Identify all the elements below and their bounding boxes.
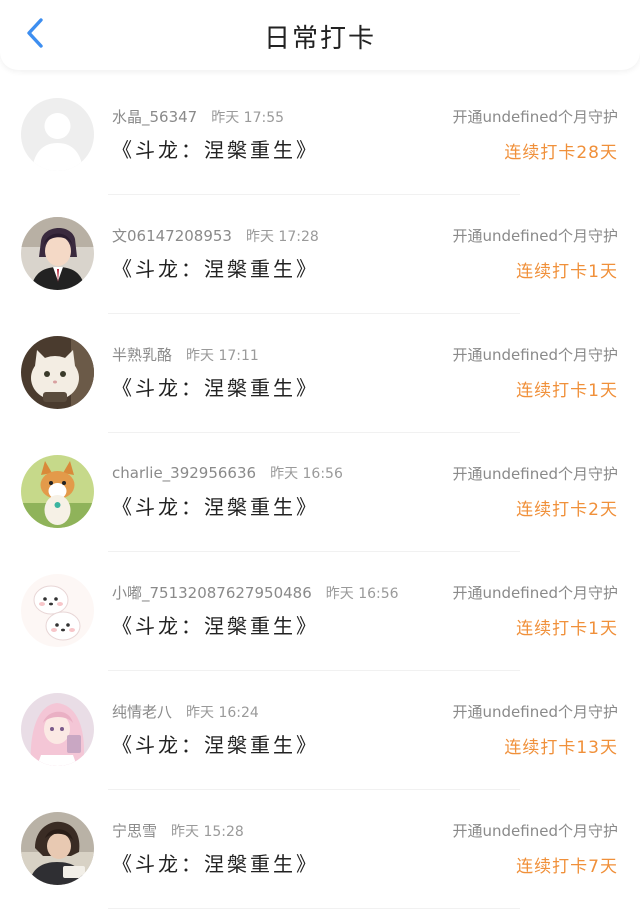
checkin-time: 昨天 16:56 [325, 586, 399, 602]
guard-text: 开通undefined个月守护 [452, 227, 618, 245]
user-meta: 文06147208953 昨天 17:28 [112, 225, 319, 246]
username[interactable]: 小嘟_75132087627950486 [112, 584, 312, 602]
book-title[interactable]: 《斗龙：涅槃重生》 [112, 253, 319, 282]
streak-text: 连续打卡28天 [504, 143, 618, 163]
list-item[interactable]: 水晶_56347 昨天 17:55 《斗龙：涅槃重生》 开通undefined个月… [0, 76, 640, 195]
checkin-time: 昨天 16:24 [186, 705, 259, 721]
checkin-list: 水晶_56347 昨天 17:55 《斗龙：涅槃重生》 开通undefined个月… [0, 76, 640, 909]
avatar[interactable] [21, 812, 94, 885]
streak-text: 连续打卡13天 [504, 738, 618, 758]
streak-text: 连续打卡2天 [516, 500, 618, 520]
book-title[interactable]: 《斗龙：涅槃重生》 [112, 848, 319, 877]
checkin-time: 昨天 17:55 [211, 110, 285, 126]
avatar[interactable] [21, 693, 94, 766]
avatar[interactable] [21, 98, 94, 171]
list-item[interactable]: 纯情老八 昨天 16:24 《斗龙：涅槃重生》 开通undefined个月守护 连… [0, 671, 640, 790]
guard-text: 开通undefined个月守护 [452, 465, 618, 483]
guard-text: 开通undefined个月守护 [452, 108, 618, 126]
user-meta: charlie_392956636 昨天 16:56 [112, 463, 343, 483]
book-title[interactable]: 《斗龙：涅槃重生》 [112, 729, 319, 758]
list-item[interactable]: 小嘟_75132087627950486 昨天 16:56 《斗龙：涅槃重生》 开… [0, 552, 640, 671]
checkin-time: 昨天 15:28 [171, 824, 244, 840]
guard-text: 开通undefined个月守护 [452, 584, 618, 602]
avatar[interactable] [21, 336, 94, 409]
book-title[interactable]: 《斗龙：涅槃重生》 [112, 134, 319, 163]
username[interactable]: 文06147208953 [112, 227, 232, 245]
list-item[interactable]: charlie_392956636 昨天 16:56 《斗龙：涅槃重生》 开通un… [0, 433, 640, 552]
default-avatar-icon [21, 98, 94, 171]
pink-anime-girl-avatar-icon [21, 693, 94, 766]
checkin-time: 昨天 16:56 [270, 466, 343, 482]
anime-boy-avatar-icon [21, 217, 94, 290]
user-meta: 宁思雪 昨天 15:28 [112, 820, 244, 841]
list-item[interactable]: 宁思雪 昨天 15:28 《斗龙：涅槃重生》 开通undefined个月守护 连续… [0, 790, 640, 909]
username[interactable]: charlie_392956636 [112, 464, 256, 482]
avatar[interactable] [21, 574, 94, 647]
list-item[interactable]: 半熟乳酪 昨天 17:11 《斗龙：涅槃重生》 开通undefined个月守护 连… [0, 314, 640, 433]
username[interactable]: 半熟乳酪 [112, 346, 172, 364]
avatar[interactable] [21, 455, 94, 528]
corgi-avatar-icon [21, 455, 94, 528]
streak-text: 连续打卡7天 [516, 857, 618, 877]
girl-photo-avatar-icon [21, 812, 94, 885]
page-title: 日常打卡 [263, 24, 376, 54]
user-meta: 半熟乳酪 昨天 17:11 [112, 344, 259, 365]
streak-text: 连续打卡1天 [516, 262, 618, 282]
username[interactable]: 纯情老八 [112, 703, 172, 721]
guard-text: 开通undefined个月守护 [452, 703, 618, 721]
user-meta: 水晶_56347 昨天 17:55 [112, 106, 284, 127]
user-meta: 小嘟_75132087627950486 昨天 16:56 [112, 582, 399, 603]
book-title[interactable]: 《斗龙：涅槃重生》 [112, 491, 319, 520]
avatar[interactable] [21, 217, 94, 290]
guard-text: 开通undefined个月守护 [452, 346, 618, 364]
checkin-time: 昨天 17:28 [245, 229, 319, 245]
checkin-time: 昨天 17:11 [186, 348, 259, 364]
top-bar: 日常打卡 [0, 0, 640, 70]
user-meta: 纯情老八 昨天 16:24 [112, 701, 259, 722]
username[interactable]: 水晶_56347 [112, 108, 197, 126]
list-item[interactable]: 文06147208953 昨天 17:28 《斗龙：涅槃重生》 开通undefin… [0, 195, 640, 314]
cat-avatar-icon [21, 336, 94, 409]
streak-text: 连续打卡1天 [516, 381, 618, 401]
book-title[interactable]: 《斗龙：涅槃重生》 [112, 610, 319, 639]
streak-text: 连续打卡1天 [516, 619, 618, 639]
guard-text: 开通undefined个月守护 [452, 822, 618, 840]
white-dogs-avatar-icon [21, 574, 94, 647]
book-title[interactable]: 《斗龙：涅槃重生》 [112, 372, 319, 401]
username[interactable]: 宁思雪 [112, 822, 157, 840]
